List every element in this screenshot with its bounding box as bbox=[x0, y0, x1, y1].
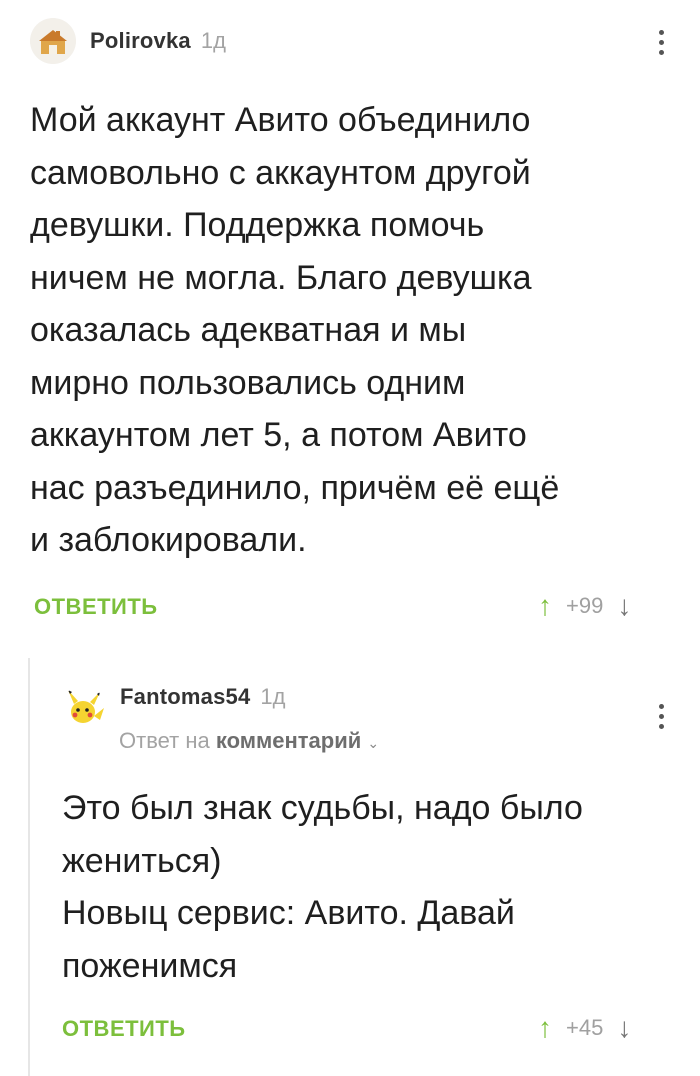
upvote-arrow-icon[interactable]: ↑ bbox=[538, 1012, 552, 1044]
comment-header: Fantomas54 1д bbox=[60, 684, 286, 732]
comment-text: Это был знак судьбы, надо было жениться)… bbox=[62, 789, 583, 985]
more-options-icon[interactable] bbox=[656, 30, 666, 55]
comment-text: Мой аккаунт Авито объединило самовольно … bbox=[30, 101, 560, 559]
comment-time: 1д bbox=[260, 684, 286, 709]
author-name[interactable]: Fantomas54 bbox=[120, 684, 250, 710]
comment-header: Polirovka 1д bbox=[30, 18, 226, 64]
pikachu-avatar-icon[interactable] bbox=[60, 686, 106, 732]
comment-time: 1д bbox=[200, 28, 226, 53]
chevron-down-icon[interactable]: ⌄ bbox=[367, 735, 379, 751]
upvote-arrow-icon[interactable]: ↑ bbox=[538, 590, 552, 622]
rating-count: +99 bbox=[566, 593, 604, 618]
thread-line[interactable] bbox=[28, 658, 30, 1076]
vote-controls: ↑ +99 ↓ bbox=[538, 590, 631, 622]
reply-to-line: Ответ на комментарий ⌄ bbox=[119, 728, 379, 754]
rating-count: +45 bbox=[566, 1015, 604, 1040]
author-name[interactable]: Polirovka bbox=[90, 28, 191, 54]
reply-button[interactable]: ОТВЕТИТЬ bbox=[34, 594, 158, 620]
reply-button[interactable]: ОТВЕТИТЬ bbox=[62, 1016, 186, 1042]
more-options-icon[interactable] bbox=[656, 704, 666, 729]
downvote-arrow-icon[interactable]: ↓ bbox=[617, 590, 631, 622]
vote-controls: ↑ +45 ↓ bbox=[538, 1012, 631, 1044]
reply-to-link[interactable]: комментарий bbox=[216, 728, 361, 753]
reply-to-prefix: Ответ на bbox=[119, 728, 210, 753]
house-avatar-icon[interactable] bbox=[30, 18, 76, 64]
downvote-arrow-icon[interactable]: ↓ bbox=[617, 1012, 631, 1044]
